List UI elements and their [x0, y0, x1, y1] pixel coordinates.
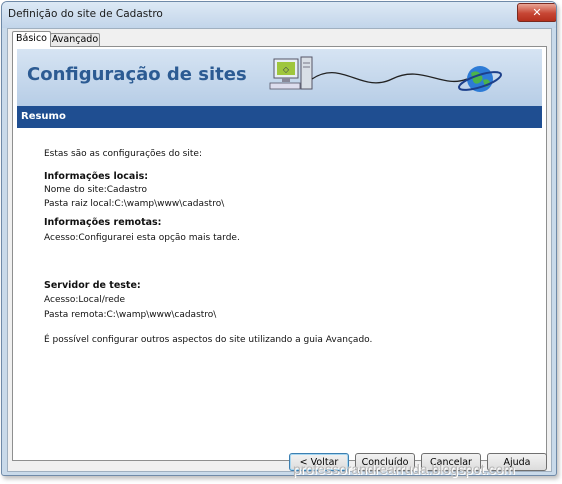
- title-bar[interactable]: Definição do site de Cadastro ✕: [2, 2, 556, 28]
- banner: Configuração de sites ◇: [17, 49, 542, 106]
- summary-panel: Estas são as configurações do site: Info…: [13, 128, 546, 428]
- tab-basico[interactable]: Básico: [12, 31, 51, 47]
- network-illustration: ◇: [269, 56, 503, 92]
- section-header-resumo: Resumo: [17, 106, 542, 128]
- remote-info-heading: Informações remotas:: [44, 217, 162, 228]
- tab-page-basico: Configuração de sites ◇ Resumo Estas são…: [12, 46, 547, 461]
- dialog-window: Definição do site de Cadastro ✕ Básico A…: [1, 1, 557, 476]
- banner-title: Configuração de sites: [27, 64, 247, 85]
- local-root-folder-value: Pasta raiz local:C:\wamp\www\cadastro\: [44, 199, 225, 209]
- test-server-heading: Servidor de teste:: [44, 280, 141, 291]
- close-button[interactable]: ✕: [517, 3, 556, 22]
- site-name-value: Nome do site:Cadastro: [44, 185, 148, 195]
- advanced-tab-note: É possível configurar outros aspectos do…: [44, 335, 373, 345]
- blog-watermark: professorandrearruda.blogspot.com: [293, 461, 515, 477]
- remote-folder-value: Pasta remota:C:\wamp\www\cadastro\: [44, 310, 217, 320]
- test-server-access-value: Acesso:Local/rede: [44, 295, 126, 305]
- remote-access-value: Acesso:Configurarei esta opção mais tard…: [44, 233, 240, 243]
- summary-intro: Estas são as configurações do site:: [44, 149, 202, 159]
- tab-avancado[interactable]: Avançado: [50, 33, 100, 47]
- svg-text:◇: ◇: [283, 65, 290, 74]
- window-title: Definição do site de Cadastro: [8, 8, 163, 20]
- dialog-client-area: Básico Avançado Configuração de sites ◇: [7, 28, 552, 472]
- local-info-heading: Informações locais:: [44, 171, 149, 182]
- network-cable: [311, 72, 468, 84]
- computer-icon: ◇: [269, 56, 313, 90]
